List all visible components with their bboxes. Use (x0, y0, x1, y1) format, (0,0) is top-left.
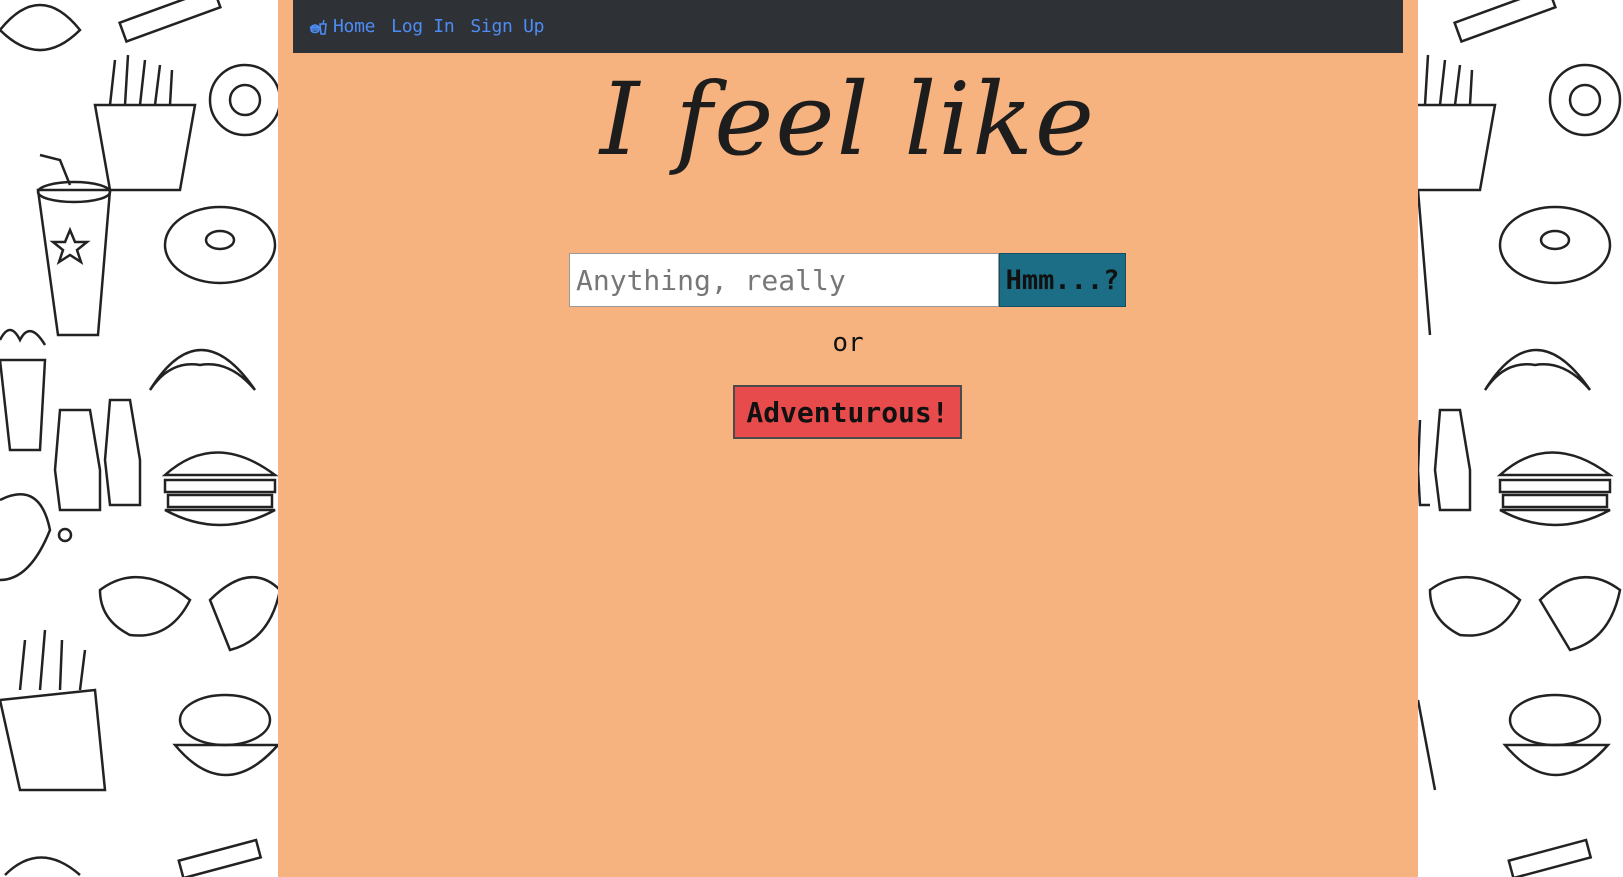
or-separator: or (832, 328, 864, 358)
cup-doodle-left (36, 153, 112, 337)
croissant-doodle-right (1483, 348, 1592, 391)
donut-doodle-right (1498, 205, 1612, 285)
chips-bowl-doodle-right (1502, 693, 1611, 777)
fries-box-doodle-right (1416, 699, 1437, 791)
pretzel-doodle-left (208, 63, 282, 137)
donut-doodle-left (163, 205, 277, 285)
nav-home-label: Home (333, 16, 376, 37)
burger-doodle-left (161, 451, 279, 527)
popcorn-doodle-left (0, 328, 47, 452)
croissant-doodle-left (148, 348, 257, 391)
taco-doodle-left (0, 3, 82, 52)
wings-doodle-left (98, 575, 282, 652)
craving-search-input[interactable] (569, 253, 999, 307)
salt-bottom-doodle-right (1507, 838, 1593, 877)
salt-doodle-left (117, 0, 223, 44)
search-submit-button[interactable]: Hmm...? (999, 253, 1126, 307)
main-content-panel: Home Log In Sign Up I feel like Hmm...? … (278, 0, 1418, 877)
pretzel-doodle-right (1548, 63, 1622, 137)
bottles-doodle-right (1416, 408, 1472, 512)
burger-drink-icon (309, 19, 327, 35)
burger-bottom-doodle-left (4, 838, 263, 877)
search-form: Hmm...? (569, 253, 1126, 307)
bottles-doodle-left (53, 398, 142, 512)
nav-signup-link[interactable]: Sign Up (470, 16, 544, 37)
fries-box-doodle-left (0, 629, 107, 792)
page-title: I feel like (599, 61, 1097, 178)
nav-login-link[interactable]: Log In (391, 16, 455, 37)
burger-doodle-right (1496, 451, 1614, 527)
adventurous-button[interactable]: Adventurous! (733, 385, 962, 439)
top-navbar: Home Log In Sign Up (293, 0, 1403, 53)
salt-doodle-right (1452, 0, 1558, 44)
nav-home-link[interactable]: Home (309, 16, 375, 37)
wings-doodle-right (1428, 575, 1622, 652)
chips-bowl-doodle-left (172, 693, 281, 777)
fries-doodle-left (93, 54, 197, 192)
cup-doodle-right (1416, 189, 1432, 336)
